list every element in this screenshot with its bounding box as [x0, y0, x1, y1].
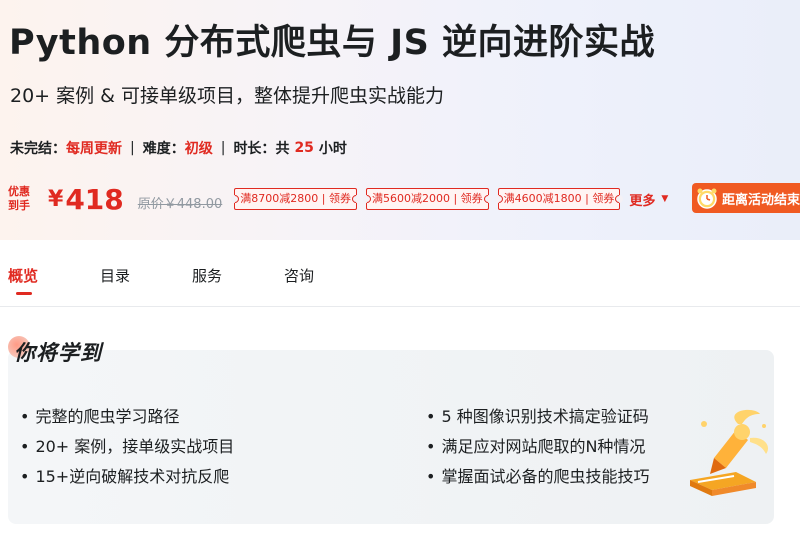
difficulty-value: 初级 — [184, 141, 213, 157]
difficulty-label: 难度： — [142, 141, 185, 157]
promo-tag-line2: 到手 — [8, 199, 30, 212]
list-item: 20+ 案例，接单级实战项目 — [20, 436, 234, 466]
list-item: 掌握面试必备的爬虫技能技巧 — [426, 466, 649, 496]
course-tabs: 概览 目录 服务 咨询 — [0, 250, 800, 307]
course-title: Python 分布式爬虫与 JS 逆向进阶实战 — [9, 23, 656, 63]
countdown-label: 距离活动结束 — [722, 192, 800, 208]
list-item: 满足应对网站爬取的N种情况 — [426, 436, 649, 466]
list-item: 15+逆向破解技术对抗反爬 — [20, 466, 234, 496]
tab-overview[interactable]: 概览 — [8, 265, 38, 295]
original-price: 原价￥448.00 — [137, 196, 223, 212]
caret-down-icon: ▼ — [661, 194, 669, 204]
duration-unit: 小时 — [318, 141, 347, 157]
alarm-clock-icon — [697, 188, 717, 209]
meta-separator: | — [130, 140, 135, 156]
list-item: 完整的爬虫学习路径 — [20, 406, 234, 436]
duration-label: 时长： — [233, 141, 276, 157]
price-currency: ¥ — [48, 186, 64, 212]
learn-heading: 你将学到 — [14, 341, 102, 365]
coupon-button[interactable]: 满4600减1800 | 领券 — [497, 188, 621, 210]
more-label: 更多 — [629, 193, 656, 209]
status-value: 每周更新 — [66, 141, 122, 157]
promo-tag: 优惠 到手 — [8, 185, 34, 213]
more-coupons-button[interactable]: 更多 ▼ — [629, 190, 668, 209]
promo-tag-line1: 优惠 — [8, 185, 30, 198]
coupon-list: 满8700减2800 | 领券 满5600减2000 | 领券 满4600减18… — [234, 188, 629, 210]
course-subtitle: 20+ 案例 & 可接单级项目，整体提升爬虫实战能力 — [10, 85, 445, 107]
coupon-button[interactable]: 满8700减2800 | 领券 — [234, 188, 357, 210]
price-value: 418 — [65, 182, 124, 216]
tab-consult[interactable]: 咨询 — [284, 265, 314, 286]
learn-list-right: 5 种图像识别技术搞定验证码 满足应对网站爬取的N种情况 掌握面试必备的爬虫技能… — [426, 406, 649, 496]
learn-list-left: 完整的爬虫学习路径 20+ 案例，接单级实战项目 15+逆向破解技术对抗反爬 — [20, 406, 234, 496]
meta-separator: | — [220, 140, 226, 156]
list-item: 5 种图像识别技术搞定验证码 — [426, 406, 649, 436]
coupon-button[interactable]: 满5600减2000 | 领券 — [365, 188, 489, 210]
tab-service[interactable]: 服务 — [192, 265, 222, 286]
course-meta: 未完结： 每周更新 | 难度： 初级 | 时长： 共 25 小时 — [10, 138, 347, 158]
duration-value: 25 — [294, 140, 314, 156]
course-hero: Python 分布式爬虫与 JS 逆向进阶实战 20+ 案例 & 可接单级项目，… — [0, 0, 800, 240]
status-label: 未完结： — [10, 141, 66, 157]
tab-catalog[interactable]: 目录 — [100, 265, 130, 286]
price-row: 优惠 到手 ¥ 418 原价￥448.00 满8700减2800 | 领券 满5… — [8, 182, 668, 216]
countdown-badge: 距离活动结束 — [692, 183, 800, 213]
duration-prefix: 共 — [275, 141, 290, 157]
trophy-illustration — [690, 409, 769, 496]
